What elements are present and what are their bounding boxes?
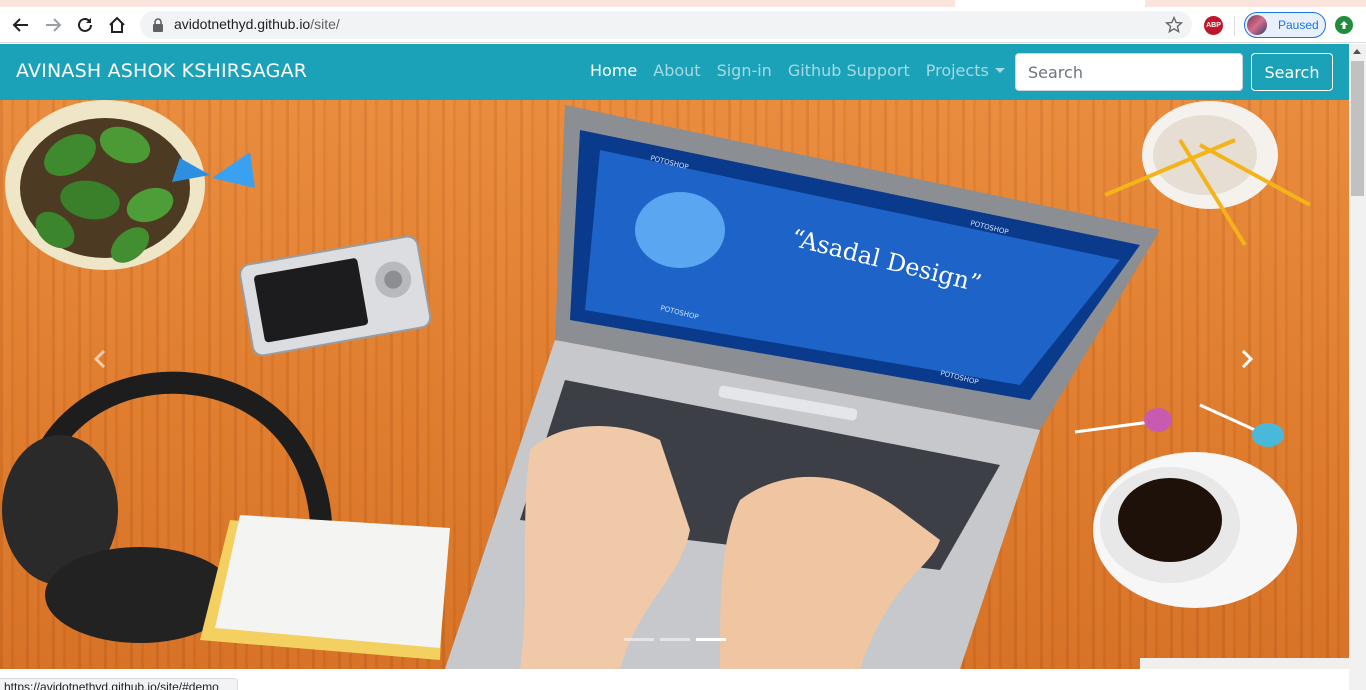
nav-link-home[interactable]: Home <box>590 61 637 80</box>
url-text: avidotnethyd.github.io/site/ <box>174 16 340 32</box>
nav-link-sign-in[interactable]: Sign-in <box>717 61 772 80</box>
profile-button[interactable]: Paused <box>1244 12 1326 38</box>
hero-carousel: “Asadal Design” POTOSHOP POTOSHOP POTOSH… <box>0 100 1349 669</box>
caret-down-icon <box>994 68 1005 73</box>
forward-button[interactable] <box>40 12 66 38</box>
search-button[interactable]: Search <box>1251 53 1333 91</box>
nav-links: Home About Sign-in Github Support Projec… <box>590 61 1005 80</box>
nav-dropdown-projects[interactable]: Projects <box>926 61 1005 80</box>
page-viewport: AVINASH ASHOK KSHIRSAGAR Home About Sign… <box>0 44 1349 690</box>
reload-button[interactable] <box>72 12 98 38</box>
link-status-bubble: https://avidotnethyd.github.io/site/#dem… <box>0 678 238 690</box>
browser-toolbar: avidotnethyd.github.io/site/ ABP Paused <box>0 7 1366 43</box>
update-available-icon[interactable] <box>1335 16 1353 34</box>
site-brand[interactable]: AVINASH ASHOK KSHIRSAGAR <box>16 60 307 82</box>
avatar <box>1247 15 1267 35</box>
carousel-next-button[interactable] <box>1227 344 1267 374</box>
chevron-left-icon <box>93 349 106 369</box>
nav-link-about[interactable]: About <box>653 61 700 80</box>
nav-link-github-support[interactable]: Github Support <box>788 61 910 80</box>
carousel-prev-button[interactable] <box>80 344 120 374</box>
lock-icon <box>153 18 163 32</box>
carousel-indicator-3[interactable] <box>696 638 726 641</box>
search-input[interactable] <box>1015 53 1243 91</box>
carousel-indicator-2[interactable] <box>660 638 690 641</box>
page-scrollbar[interactable] <box>1349 44 1366 690</box>
arrow-left-icon <box>12 18 28 32</box>
active-tab[interactable] <box>955 0 1145 7</box>
coffee-cup-image <box>1093 452 1297 608</box>
scrollbar-thumb[interactable] <box>1351 61 1364 196</box>
reload-icon <box>78 17 92 32</box>
adblock-extension-icon[interactable]: ABP <box>1204 16 1223 35</box>
toolbar-separator <box>1234 16 1235 36</box>
address-bar[interactable]: avidotnethyd.github.io/site/ <box>140 11 1192 39</box>
lollipops-image <box>1074 403 1284 447</box>
back-button[interactable] <box>8 12 34 38</box>
home-button[interactable] <box>104 12 130 38</box>
site-navbar: AVINASH ASHOK KSHIRSAGAR Home About Sign… <box>0 44 1349 100</box>
home-icon <box>109 16 125 33</box>
camera-image <box>239 235 432 357</box>
plant-pot-image <box>5 100 205 270</box>
scroll-up-arrow-icon[interactable] <box>1353 49 1361 54</box>
carousel-indicators <box>624 638 726 641</box>
browser-tab-strip <box>0 0 1366 7</box>
chevron-right-icon <box>1241 349 1254 369</box>
profile-status-label: Paused <box>1278 18 1319 32</box>
arrow-right-icon <box>46 18 62 32</box>
bookmark-star-icon[interactable] <box>1164 15 1184 35</box>
carousel-slide-image: “Asadal Design” POTOSHOP POTOSHOP POTOSH… <box>2 100 1349 669</box>
pencil-cup-image <box>1104 101 1311 247</box>
projects-label: Projects <box>925 61 989 80</box>
carousel-indicator-1[interactable] <box>624 638 654 641</box>
papers-image <box>200 515 450 660</box>
